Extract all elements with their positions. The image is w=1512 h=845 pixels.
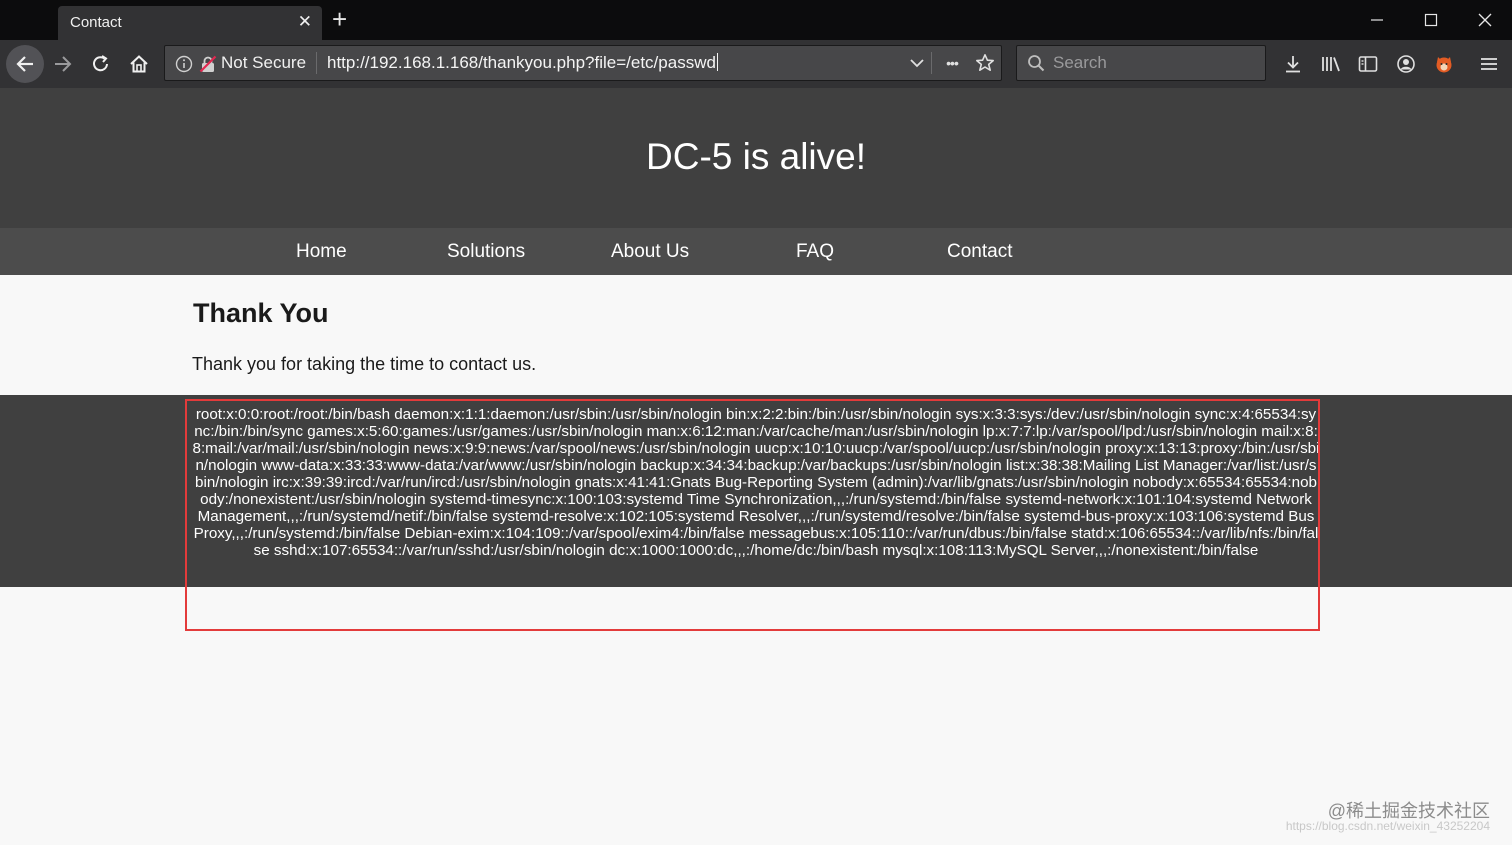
watermark: @稀土掘金技术社区 https://blog.csdn.net/weixin_4… bbox=[1286, 797, 1490, 833]
maximize-icon[interactable] bbox=[1404, 0, 1458, 40]
navigation-toolbar: Not Secure http://192.168.1.168/thankyou… bbox=[0, 40, 1512, 88]
site-header: DC-5 is alive! bbox=[0, 88, 1512, 228]
url-text[interactable]: http://192.168.1.168/thankyou.php?file=/… bbox=[327, 53, 718, 73]
title-bar: Contact ✕ + bbox=[0, 0, 1512, 40]
insecure-lock-icon bbox=[199, 55, 217, 78]
page-actions-icon[interactable]: ••• bbox=[939, 52, 965, 74]
site-nav: Home Solutions About Us FAQ Contact bbox=[0, 228, 1512, 275]
nav-faq[interactable]: FAQ bbox=[796, 241, 834, 263]
reload-icon[interactable] bbox=[88, 52, 114, 76]
new-tab-icon[interactable]: + bbox=[332, 6, 347, 32]
info-icon[interactable] bbox=[175, 55, 193, 78]
close-window-icon[interactable] bbox=[1458, 0, 1512, 40]
url-value[interactable]: http://192.168.1.168/thankyou.php?file=/… bbox=[327, 53, 716, 72]
home-icon[interactable] bbox=[126, 52, 152, 76]
watermark-url: https://blog.csdn.net/weixin_43252204 bbox=[1285, 819, 1490, 833]
tab-close-icon[interactable]: ✕ bbox=[298, 13, 312, 31]
minimize-icon[interactable] bbox=[1350, 0, 1404, 40]
bookmark-star-icon[interactable] bbox=[973, 52, 997, 74]
sidebar-icon[interactable] bbox=[1355, 52, 1381, 76]
forward-icon[interactable] bbox=[50, 52, 76, 76]
url-actions-separator bbox=[931, 52, 932, 74]
page-title: Thank You bbox=[193, 298, 329, 328]
library-icon[interactable] bbox=[1318, 52, 1344, 76]
nav-home[interactable]: Home bbox=[296, 241, 347, 263]
nav-solutions[interactable]: Solutions bbox=[447, 241, 525, 263]
menu-icon[interactable] bbox=[1476, 52, 1502, 76]
nav-contact[interactable]: Contact bbox=[947, 241, 1012, 263]
url-separator bbox=[316, 52, 317, 74]
tab-title: Contact bbox=[70, 14, 122, 31]
highlight-annotation-box bbox=[185, 399, 1320, 631]
url-bar[interactable]: Not Secure http://192.168.1.168/thankyou… bbox=[164, 45, 1002, 81]
security-label[interactable]: Not Secure bbox=[221, 53, 306, 73]
thank-you-message: Thank you for taking the time to contact… bbox=[192, 354, 537, 374]
tab-contact[interactable]: Contact ✕ bbox=[58, 6, 322, 40]
site-title: DC-5 is alive! bbox=[646, 136, 866, 177]
search-bar[interactable] bbox=[1016, 45, 1266, 81]
account-icon[interactable] bbox=[1393, 52, 1419, 76]
back-icon[interactable] bbox=[6, 45, 44, 83]
extension-fox-icon[interactable] bbox=[1431, 52, 1457, 76]
url-dropdown-chevron-icon[interactable] bbox=[905, 52, 929, 74]
search-icon bbox=[1027, 54, 1045, 77]
search-input[interactable] bbox=[1053, 52, 1253, 74]
nav-about-us[interactable]: About Us bbox=[611, 241, 689, 263]
text-caret bbox=[716, 53, 718, 71]
download-icon[interactable] bbox=[1280, 52, 1306, 76]
